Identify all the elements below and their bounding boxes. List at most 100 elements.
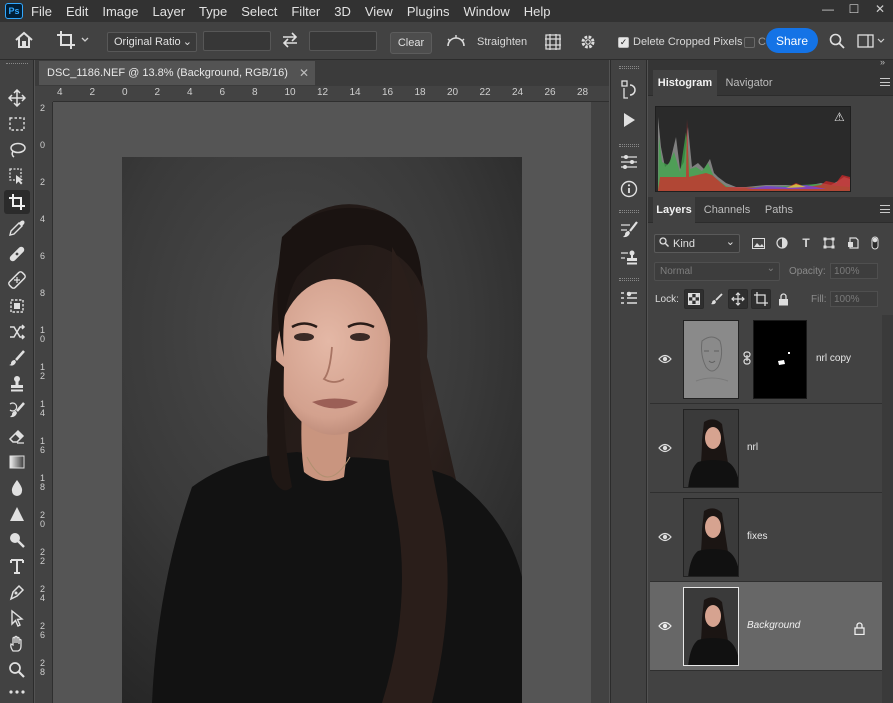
photoshop-logo[interactable]: Ps <box>5 3 23 19</box>
lock-image-pixels-icon[interactable] <box>707 289 727 309</box>
panel-grip[interactable] <box>619 66 639 69</box>
tab-navigator[interactable]: Navigator <box>718 70 780 96</box>
fill-field[interactable]: 100% <box>830 291 878 307</box>
tab-layers[interactable]: Layers <box>653 197 695 223</box>
ratio-height-input[interactable] <box>309 31 377 51</box>
ratio-width-input[interactable] <box>203 31 271 51</box>
dodge-tool-icon[interactable] <box>4 528 30 552</box>
layer-thumbnail[interactable] <box>683 320 739 399</box>
info-panel-icon[interactable] <box>617 177 641 201</box>
swap-icon[interactable] <box>281 32 299 48</box>
brush-settings-icon[interactable] <box>617 218 641 242</box>
panel-grip[interactable] <box>619 144 639 147</box>
layer-row-background[interactable]: Background <box>650 582 882 671</box>
more-tools-icon[interactable] <box>4 684 30 700</box>
brush-tool-icon[interactable] <box>4 346 30 370</box>
gear-icon[interactable] <box>579 33 597 51</box>
layer-name[interactable]: nrl copy <box>816 353 851 364</box>
opacity-field[interactable]: 100% <box>830 263 878 279</box>
menu-plugins[interactable]: Plugins <box>407 4 450 19</box>
search-icon[interactable] <box>829 33 845 49</box>
delete-cropped-label[interactable]: Delete Cropped Pixels <box>633 36 742 48</box>
layer-filter-select[interactable]: Kind ⌄ <box>654 234 740 253</box>
content-aware-label[interactable]: C <box>758 36 766 48</box>
eyedropper-tool-icon[interactable] <box>4 216 30 240</box>
menu-image[interactable]: Image <box>102 4 138 19</box>
eye-icon[interactable] <box>658 531 672 543</box>
properties-panel-icon[interactable] <box>617 286 641 310</box>
lock-transparent-pixels-icon[interactable] <box>684 289 704 309</box>
spot-healing-tool-icon[interactable] <box>4 242 30 266</box>
history-brush-tool-icon[interactable] <box>4 398 30 422</box>
blur-tool-icon[interactable] <box>4 476 30 500</box>
menu-type[interactable]: Type <box>199 4 227 19</box>
layer-mask-thumbnail[interactable] <box>753 320 807 399</box>
filter-adjustment-icon[interactable] <box>775 236 789 250</box>
close-icon[interactable]: ✕ <box>299 66 309 80</box>
filter-pixel-icon[interactable] <box>751 236 765 250</box>
healing-brush-tool-icon[interactable] <box>4 268 30 292</box>
menu-edit[interactable]: Edit <box>66 4 88 19</box>
content-aware-move-tool-icon[interactable] <box>4 320 30 344</box>
layer-thumbnail[interactable] <box>683 498 739 577</box>
portrait-photo[interactable] <box>122 157 522 703</box>
layer-row-nrl-copy[interactable]: nrl copy <box>650 315 882 404</box>
path-selection-tool-icon[interactable] <box>4 606 30 630</box>
layer-row-fixes[interactable]: fixes <box>650 493 882 582</box>
lock-artboard-icon[interactable] <box>751 289 771 309</box>
layer-name[interactable]: nrl <box>747 442 758 453</box>
clear-button[interactable]: Clear <box>390 32 432 54</box>
horizontal-ruler[interactable]: 4 2 0 2 4 6 8 10 12 14 16 18 20 22 24 26 28 <box>53 86 609 102</box>
close-window-button[interactable]: ✕ <box>867 0 893 18</box>
zoom-tool-icon[interactable] <box>4 658 30 682</box>
vertical-ruler[interactable]: 2 0 2 4 6 8 1 0 1 2 1 4 1 6 1 8 2 0 2 2 2 4 2 6 2 8 <box>35 102 53 703</box>
tab-histogram[interactable]: Histogram <box>653 70 717 96</box>
clone-source-icon[interactable] <box>617 246 641 270</box>
filter-smart-object-icon[interactable] <box>846 236 860 250</box>
layer-thumbnail[interactable] <box>683 587 739 666</box>
eye-icon[interactable] <box>658 353 672 365</box>
actions-play-icon[interactable] <box>617 108 641 132</box>
menu-select[interactable]: Select <box>241 4 277 19</box>
home-icon[interactable] <box>14 31 34 49</box>
panel-grip[interactable] <box>619 278 639 281</box>
document-tab[interactable]: DSC_1186.NEF @ 13.8% (Background, RGB/16… <box>39 61 315 85</box>
delete-cropped-checkbox[interactable]: ✓ <box>618 37 629 48</box>
history-panel-icon[interactable] <box>617 78 641 102</box>
panel-grip[interactable] <box>619 210 639 213</box>
menu-file[interactable]: File <box>31 4 52 19</box>
menu-layer[interactable]: Layer <box>153 4 186 19</box>
clone-stamp-tool-icon[interactable] <box>4 372 30 396</box>
histogram-panel-menu-icon[interactable] <box>880 78 890 86</box>
menu-view[interactable]: View <box>365 4 393 19</box>
content-aware-checkbox[interactable] <box>744 37 755 48</box>
pen-tool-icon[interactable] <box>4 580 30 604</box>
lock-position-icon[interactable] <box>728 289 748 309</box>
warning-icon[interactable]: ⚠ <box>834 110 845 124</box>
layer-lock-icon[interactable] <box>854 622 865 638</box>
straighten-icon[interactable] <box>446 34 466 48</box>
grid-overlay-icon[interactable] <box>544 33 562 51</box>
menu-window[interactable]: Window <box>463 4 509 19</box>
maximize-button[interactable]: ☐ <box>841 0 867 18</box>
layer-row-nrl[interactable]: nrl <box>650 404 882 493</box>
eye-icon[interactable] <box>658 442 672 454</box>
sharpen-tool-icon[interactable] <box>4 502 30 526</box>
type-tool-icon[interactable] <box>4 554 30 578</box>
share-button[interactable]: Share <box>766 28 818 53</box>
gradient-tool-icon[interactable] <box>4 450 30 474</box>
blend-mode-select[interactable]: Normal ⌄ <box>654 262 780 281</box>
eraser-tool-icon[interactable] <box>4 424 30 448</box>
minimize-button[interactable]: — <box>815 0 841 18</box>
vertical-scrollbar[interactable] <box>591 102 609 703</box>
object-selection-tool-icon[interactable] <box>4 164 30 188</box>
adjustments-panel-icon[interactable] <box>617 150 641 174</box>
layers-scrollbar[interactable] <box>882 315 893 703</box>
toolbar-grip[interactable] <box>6 63 28 65</box>
filter-shape-icon[interactable] <box>822 236 836 250</box>
menu-help[interactable]: Help <box>524 4 551 19</box>
straighten-label[interactable]: Straighten <box>477 36 527 48</box>
ratio-select[interactable]: Original Ratio ⌄ <box>107 32 197 52</box>
workspace-icon[interactable] <box>857 33 885 49</box>
eye-icon[interactable] <box>658 620 672 632</box>
